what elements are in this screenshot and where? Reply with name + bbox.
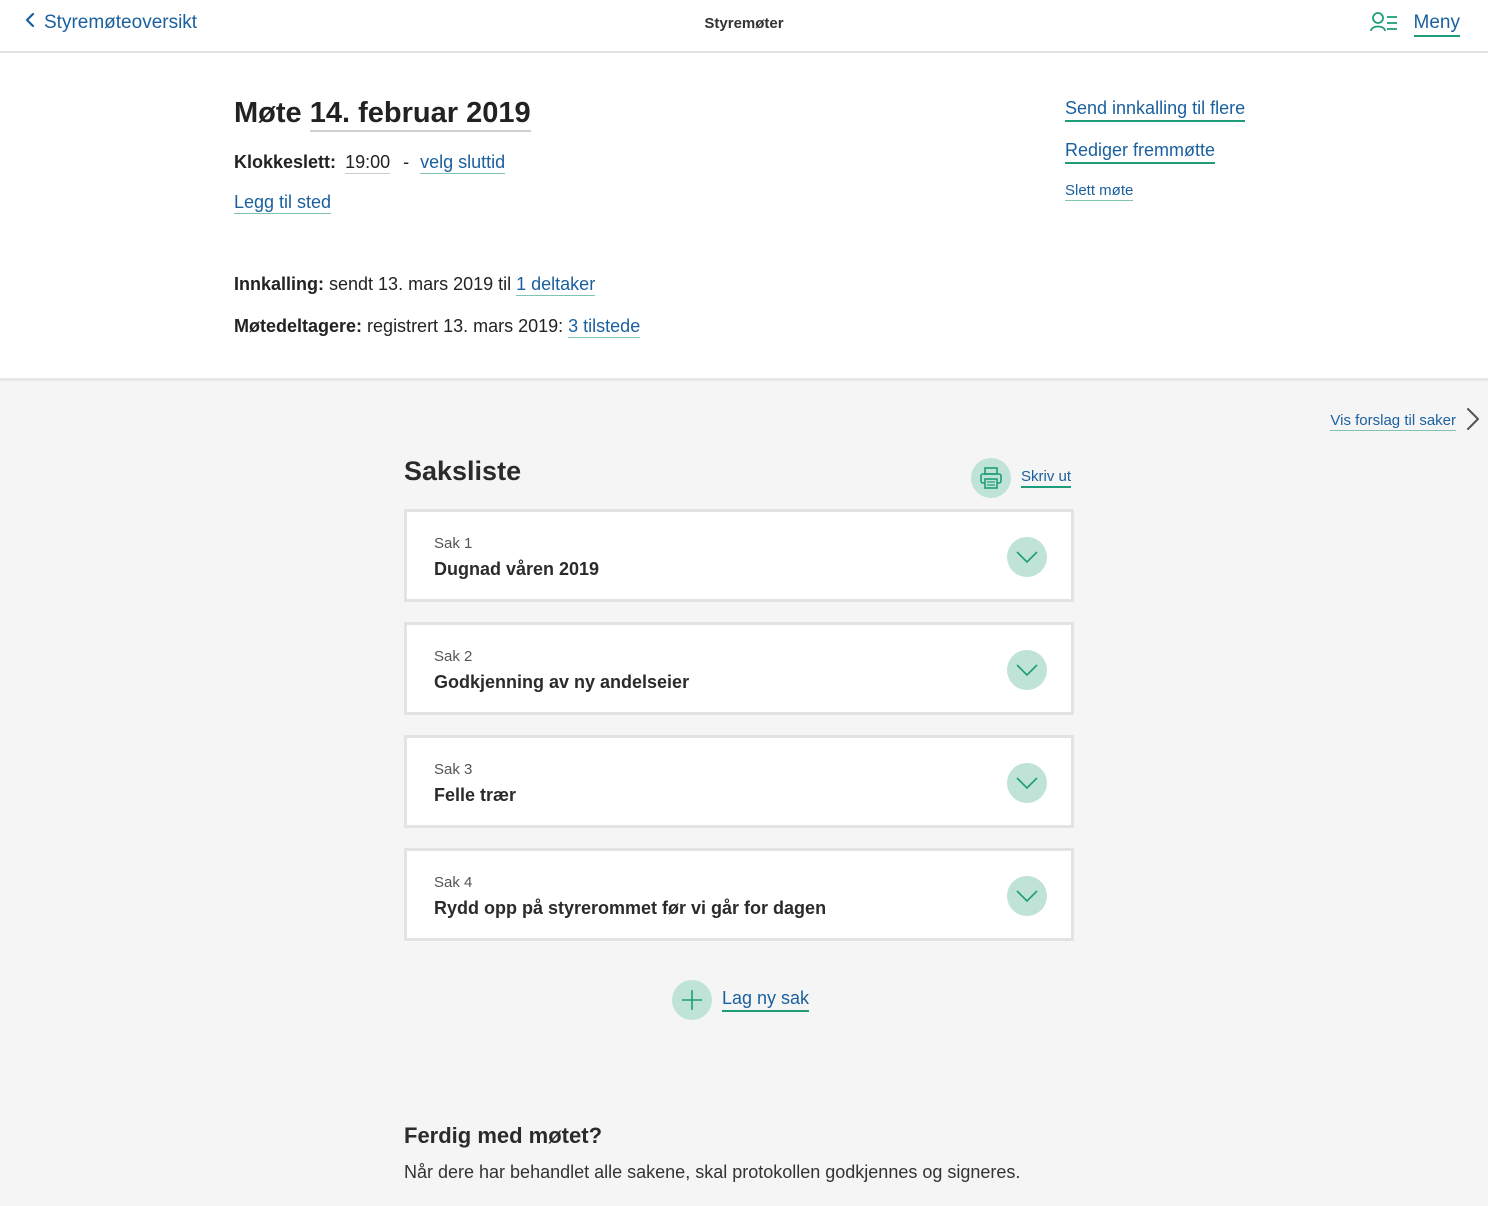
- agenda-item-title: Godkjenning av ny andelseier: [434, 672, 690, 692]
- back-link[interactable]: Styremøteoversikt: [24, 12, 197, 34]
- meeting-title: Møte 14. februar 2019: [234, 97, 531, 132]
- menu-button[interactable]: Meny: [1369, 11, 1460, 38]
- print-label: Skriv ut: [1021, 468, 1072, 488]
- plus-icon: [672, 980, 712, 1020]
- invite-status: Innkalling: sendt 13. mars 2019 til 1 de…: [234, 274, 596, 296]
- printer-icon: [971, 458, 1011, 498]
- agenda-item[interactable]: Sak 2 Godkjenning av ny andelseier: [404, 622, 1074, 715]
- suggest-items-label: Vis forslag til saker: [1330, 411, 1456, 431]
- page-title: Styremøter: [704, 15, 784, 32]
- suggest-items-link[interactable]: Vis forslag til saker: [1330, 407, 1480, 435]
- attendees-text: registrert 13. mars 2019:: [367, 316, 564, 336]
- agenda-item-number: Sak 4: [434, 874, 473, 891]
- new-item-label: Lag ny sak: [722, 988, 810, 1012]
- chevron-down-icon[interactable]: [1007, 876, 1047, 916]
- new-item-button[interactable]: Lag ny sak: [672, 980, 810, 1020]
- send-invite-link[interactable]: Send innkalling til flere: [1065, 98, 1246, 122]
- chevron-down-icon[interactable]: [1007, 763, 1047, 803]
- meeting-title-prefix: Møte: [234, 97, 302, 129]
- agenda-item-number: Sak 1: [434, 535, 473, 552]
- invite-recipients-link[interactable]: 1 deltaker: [516, 274, 596, 296]
- agenda-area: Vis forslag til saker Saksliste Skriv ut…: [0, 381, 1488, 1206]
- end-time-link[interactable]: velg sluttid: [420, 152, 506, 174]
- chevron-right-icon: [1466, 407, 1480, 435]
- time-separator: -: [403, 152, 410, 172]
- attendees-status: Møtedeltagere: registrert 13. mars 2019:…: [234, 316, 641, 338]
- start-time-field[interactable]: 19:00: [345, 152, 391, 174]
- print-button[interactable]: Skriv ut: [971, 458, 1072, 498]
- agenda-item-title: Dugnad våren 2019: [434, 559, 600, 579]
- finish-title: Ferdig med møtet?: [404, 1123, 603, 1148]
- edit-attendance-link[interactable]: Rediger fremmøtte: [1065, 140, 1216, 164]
- agenda-item[interactable]: Sak 4 Rydd opp på styrerommet før vi går…: [404, 848, 1074, 941]
- meeting-date[interactable]: 14. februar 2019: [309, 97, 531, 132]
- add-place-link[interactable]: Legg til sted: [234, 192, 332, 214]
- finish-text: Når dere har behandlet alle sakene, skal…: [404, 1162, 1021, 1182]
- back-link-label: Styremøteoversikt: [44, 12, 198, 33]
- invite-label: Innkalling:: [234, 274, 324, 294]
- invite-text: sendt 13. mars 2019 til: [329, 274, 512, 294]
- chevron-left-icon: [24, 12, 36, 34]
- meeting-time: Klokkeslett: 19:00 - velg sluttid: [234, 152, 506, 174]
- agenda-item[interactable]: Sak 3 Felle trær: [404, 735, 1074, 828]
- meeting-header: Møte 14. februar 2019 Klokkeslett: 19:00…: [0, 55, 1488, 381]
- attendees-link[interactable]: 3 tilstede: [568, 316, 641, 338]
- agenda-item-number: Sak 3: [434, 761, 473, 778]
- menu-label: Meny: [1413, 12, 1460, 37]
- attendees-label: Møtedeltagere:: [234, 316, 363, 336]
- agenda-item-number: Sak 2: [434, 648, 473, 665]
- agenda-item-title: Felle trær: [434, 785, 517, 805]
- delete-meeting-link[interactable]: Slett møte: [1065, 182, 1134, 201]
- agenda-title: Saksliste: [404, 456, 522, 486]
- chevron-down-icon[interactable]: [1007, 537, 1047, 577]
- chevron-down-icon[interactable]: [1007, 650, 1047, 690]
- place-row: Legg til sted: [234, 192, 332, 214]
- user-menu-icon: [1369, 11, 1398, 38]
- time-label: Klokkeslett:: [234, 152, 337, 172]
- top-bar: Styremøteoversikt Styremøter Meny: [0, 0, 1488, 53]
- agenda-item-title: Rydd opp på styrerommet før vi går for d…: [434, 898, 827, 918]
- agenda-item[interactable]: Sak 1 Dugnad våren 2019: [404, 509, 1074, 602]
